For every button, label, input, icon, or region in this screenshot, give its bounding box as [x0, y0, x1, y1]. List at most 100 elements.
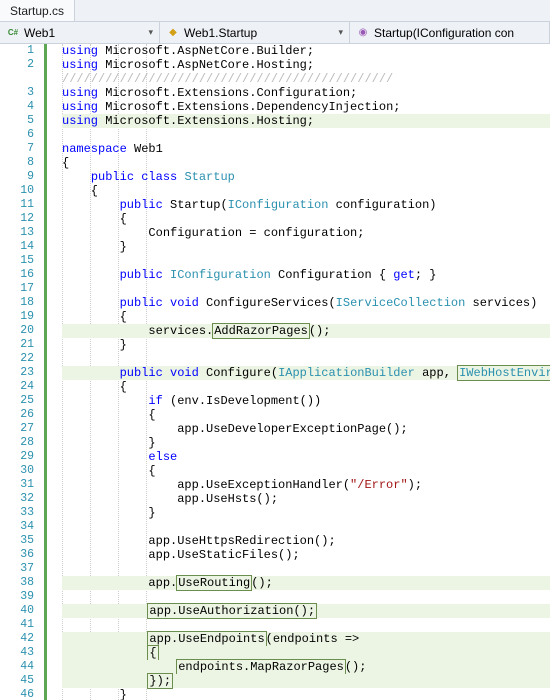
line-number: 38: [0, 576, 34, 590]
token: app.UseHttpsRedirection();: [62, 534, 336, 548]
code-line[interactable]: app.UseRouting();: [62, 576, 550, 590]
code-line[interactable]: app.UseStaticFiles();: [62, 548, 550, 562]
token: void: [170, 296, 199, 310]
code-line[interactable]: ////////////////////////////////////////…: [62, 72, 550, 86]
token: [62, 450, 148, 464]
code-line[interactable]: [62, 562, 550, 576]
code-line[interactable]: public IConfiguration Configuration { ge…: [62, 268, 550, 282]
code-line[interactable]: app.UseExceptionHandler("/Error");: [62, 478, 550, 492]
nav-project-dropdown[interactable]: Web1 ▾: [0, 22, 160, 43]
code-line[interactable]: }: [62, 688, 550, 700]
code-area[interactable]: using Microsoft.AspNetCore.Builder;using…: [48, 44, 550, 700]
line-number: 19: [0, 310, 34, 324]
code-line[interactable]: [62, 618, 550, 632]
code-line[interactable]: public Startup(IConfiguration configurat…: [62, 198, 550, 212]
token: app.UseAuthorization();: [147, 603, 317, 619]
code-line[interactable]: {: [62, 408, 550, 422]
code-line[interactable]: public void ConfigureServices(IServiceCo…: [62, 296, 550, 310]
token: }: [62, 240, 127, 254]
token: }: [62, 688, 127, 700]
token: [62, 198, 120, 212]
code-line[interactable]: [62, 520, 550, 534]
code-line[interactable]: });: [62, 674, 550, 688]
token: ();: [309, 324, 331, 338]
line-number: 46: [0, 688, 34, 700]
code-line[interactable]: using Microsoft.Extensions.Hosting;: [62, 114, 550, 128]
token: endpoints.MapRazorPages: [176, 659, 346, 675]
nav-class-dropdown[interactable]: ◆ Web1.Startup ▾: [160, 22, 350, 43]
code-line[interactable]: {: [62, 310, 550, 324]
code-line[interactable]: {: [62, 156, 550, 170]
token: ();: [345, 660, 367, 674]
code-line[interactable]: using Microsoft.AspNetCore.Builder;: [62, 44, 550, 58]
code-line[interactable]: namespace Web1: [62, 142, 550, 156]
token: [62, 268, 120, 282]
token: }: [62, 436, 156, 450]
code-line[interactable]: }: [62, 506, 550, 520]
code-line[interactable]: using Microsoft.AspNetCore.Hosting;: [62, 58, 550, 72]
token: void: [170, 366, 199, 380]
line-number: 31: [0, 478, 34, 492]
code-line[interactable]: public class Startup: [62, 170, 550, 184]
code-line[interactable]: Configuration = configuration;: [62, 226, 550, 240]
token: public: [120, 198, 163, 212]
line-number: 2: [0, 58, 34, 72]
line-number: 14: [0, 240, 34, 254]
token: {: [62, 408, 156, 422]
token: Web1: [127, 142, 163, 156]
code-line[interactable]: }: [62, 436, 550, 450]
code-line[interactable]: endpoints.MapRazorPages();: [62, 660, 550, 674]
code-line[interactable]: app.UseDeveloperExceptionPage();: [62, 422, 550, 436]
code-line[interactable]: [62, 128, 550, 142]
code-lines[interactable]: using Microsoft.AspNetCore.Builder;using…: [48, 44, 550, 700]
code-line[interactable]: {: [62, 380, 550, 394]
file-tab[interactable]: Startup.cs: [0, 0, 75, 21]
code-line[interactable]: public void Configure(IApplicationBuilde…: [62, 366, 550, 380]
nav-member-dropdown[interactable]: ◉ Startup(IConfiguration con: [350, 22, 550, 43]
code-line[interactable]: {: [62, 184, 550, 198]
code-line[interactable]: if (env.IsDevelopment()): [62, 394, 550, 408]
token: }: [62, 506, 156, 520]
line-number: 16: [0, 268, 34, 282]
line-number: 23: [0, 366, 34, 380]
code-line[interactable]: [62, 282, 550, 296]
token: app.UseEndpoints: [147, 631, 266, 647]
line-number: 18: [0, 296, 34, 310]
code-line[interactable]: [62, 254, 550, 268]
token: Startup(: [163, 198, 228, 212]
code-line[interactable]: }: [62, 240, 550, 254]
line-number: 32: [0, 492, 34, 506]
token: if: [148, 394, 162, 408]
line-number: 25: [0, 394, 34, 408]
line-number: 39: [0, 590, 34, 604]
token: IConfiguration: [170, 268, 271, 282]
token: IApplicationBuilder: [278, 366, 415, 380]
line-number: 40: [0, 604, 34, 618]
code-line[interactable]: {: [62, 646, 550, 660]
line-number: 33: [0, 506, 34, 520]
line-number: 21: [0, 338, 34, 352]
token: public: [120, 366, 163, 380]
code-line[interactable]: {: [62, 464, 550, 478]
code-line[interactable]: }: [62, 338, 550, 352]
token: UseRouting: [176, 575, 252, 591]
tab-title: Startup.cs: [10, 4, 64, 18]
token: Configuration = configuration;: [62, 226, 364, 240]
line-number: 4: [0, 100, 34, 114]
code-line[interactable]: [62, 590, 550, 604]
code-line[interactable]: {: [62, 212, 550, 226]
code-line[interactable]: using Microsoft.Extensions.DependencyInj…: [62, 100, 550, 114]
token: Microsoft.AspNetCore.Builder;: [98, 44, 314, 58]
code-line[interactable]: app.UseAuthorization();: [62, 604, 550, 618]
line-number: 7: [0, 142, 34, 156]
code-line[interactable]: services.AddRazorPages();: [62, 324, 550, 338]
token: ();: [251, 576, 273, 590]
code-line[interactable]: app.UseHttpsRedirection();: [62, 534, 550, 548]
code-line[interactable]: [62, 352, 550, 366]
code-line[interactable]: using Microsoft.Extensions.Configuration…: [62, 86, 550, 100]
code-line[interactable]: app.UseHsts();: [62, 492, 550, 506]
token: [62, 296, 120, 310]
code-editor[interactable]: 1234567891011121314151617181920212223242…: [0, 44, 550, 700]
code-line[interactable]: app.UseEndpoints(endpoints =>: [62, 632, 550, 646]
code-line[interactable]: else: [62, 450, 550, 464]
